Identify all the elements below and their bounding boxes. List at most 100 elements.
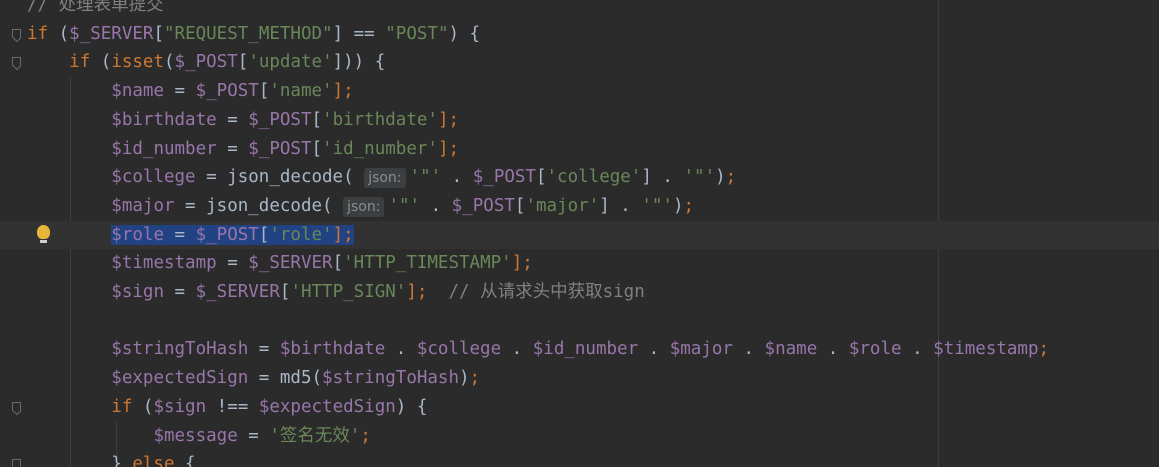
string-token: '签名无效' <box>269 425 361 446</box>
code-editor[interactable]: // 处理表单提交 if ($_SERVER["REQUEST_METHOD"] … <box>0 0 1159 467</box>
code-line[interactable]: $role = $_POST['role']; <box>0 220 1159 250</box>
punctuation-token: !== <box>206 396 259 417</box>
comment-token: // 处理表单提交 <box>27 0 164 15</box>
code-text: $stringToHash = $birthdate . $college . … <box>27 335 1049 364</box>
code-text: $role = $_POST['role']; <box>27 221 354 250</box>
variable-token: $message <box>153 425 238 446</box>
code-line[interactable]: if ($_SERVER["REQUEST_METHOD"] == "POST"… <box>0 20 1159 49</box>
variable-token: $birthdate <box>111 109 217 130</box>
punctuation-token <box>27 167 111 187</box>
punctuation-token: ] == <box>332 23 386 44</box>
keyword-token: ]; <box>437 138 460 159</box>
punctuation-token: . <box>638 339 670 360</box>
punctuation-token: [ <box>535 167 547 188</box>
code-line[interactable]: $college = json_decode( json: '"' . $_POS… <box>0 163 1159 192</box>
string-token: "POST" <box>385 23 449 44</box>
punctuation-token: . <box>901 339 934 360</box>
variable-token: $sign <box>111 282 164 302</box>
code-text: if ($sign !== $expectedSign) { <box>27 393 427 422</box>
code-line[interactable]: $name = $_POST['name']; <box>0 77 1159 106</box>
punctuation-token <box>27 139 111 159</box>
code-text: $id_number = $_POST['id_number']; <box>27 135 459 164</box>
code-text: $major = json_decode( json: '"' . $_POST[… <box>27 192 694 221</box>
punctuation-token <box>427 282 448 302</box>
punctuation-token: [ <box>311 138 323 159</box>
punctuation-token: ) { <box>395 396 428 417</box>
comment-token: // 从请求头中获取sign <box>448 282 645 302</box>
code-line[interactable]: $stringToHash = $birthdate . $college . … <box>0 335 1159 364</box>
punctuation-token: [ <box>258 224 270 245</box>
punctuation-token: = <box>248 339 280 360</box>
variable-token: $_SERVER <box>69 23 154 44</box>
punctuation-token: = <box>216 138 249 159</box>
fold-marker-icon[interactable] <box>12 401 21 411</box>
string-token: '"' <box>683 167 716 188</box>
punctuation-token <box>27 253 111 273</box>
fold-marker-icon[interactable] <box>12 28 21 38</box>
code-line[interactable]: } else { <box>0 450 1159 467</box>
punctuation-token <box>27 339 111 359</box>
punctuation-token: [ <box>514 195 526 216</box>
parameter-hint: json: <box>343 196 385 217</box>
code-text: $name = $_POST['name']; <box>27 77 354 106</box>
string-token: 'name' <box>269 81 333 102</box>
code-text: $college = json_decode( json: '"' . $_POS… <box>27 163 736 192</box>
code-line[interactable]: if (isset($_POST['update'])) { <box>0 48 1159 77</box>
code-text: $sign = $_SERVER['HTTP_SIGN']; // 从请求头中获… <box>27 278 645 307</box>
punctuation-token: ( <box>90 52 112 73</box>
keyword-token: if <box>27 23 49 44</box>
punctuation-token: ( <box>164 52 175 73</box>
code-text: if (isset($_POST['update'])) { <box>27 48 385 77</box>
punctuation-token <box>27 81 111 101</box>
punctuation-token: [ <box>279 282 291 302</box>
code-line[interactable]: $id_number = $_POST['id_number']; <box>0 135 1159 164</box>
code-line[interactable]: $major = json_decode( json: '"' . $_POST[… <box>0 192 1159 221</box>
code-line[interactable]: $birthdate = $_POST['birthdate']; <box>0 106 1159 135</box>
punctuation-token: ( <box>311 368 323 389</box>
string-token: '"' <box>409 167 442 188</box>
punctuation-token <box>27 397 111 417</box>
keyword-token: isset <box>111 52 164 73</box>
string-token: 'role' <box>269 224 333 245</box>
code-text: // 处理表单提交 <box>27 0 164 20</box>
code-line[interactable]: if ($sign !== $expectedSign) { <box>0 393 1159 422</box>
code-line[interactable]: $timestamp = $_SERVER['HTTP_TIMESTAMP']; <box>0 249 1159 278</box>
punctuation-token: [ <box>237 52 249 73</box>
variable-token: $major <box>111 195 175 216</box>
string-token: '"' <box>641 195 673 216</box>
keyword-token: ; <box>1038 339 1050 360</box>
punctuation-token: = <box>216 253 249 274</box>
variable-token: $_POST <box>195 224 259 245</box>
fold-marker-icon[interactable] <box>12 57 21 67</box>
variable-token: $id_number <box>532 339 639 360</box>
code-line[interactable]: $sign = $_SERVER['HTTP_SIGN']; // 从请求头中获… <box>0 278 1159 307</box>
string-token: 'major' <box>525 195 600 216</box>
punctuation-token <box>27 282 111 302</box>
punctuation-token: [ <box>258 81 270 102</box>
punctuation-token: ] . <box>599 195 642 216</box>
punctuation-token: = <box>237 425 270 446</box>
variable-token: $_POST <box>174 52 238 73</box>
punctuation-token: ) <box>672 195 684 216</box>
keyword-token: ]; <box>511 253 533 274</box>
punctuation-token: ( <box>343 167 365 188</box>
keyword-token: ]; <box>332 81 354 102</box>
string-token: 'HTTP_TIMESTAMP' <box>343 253 512 274</box>
code-line[interactable]: $message = '签名无效'; <box>0 422 1159 451</box>
variable-token: $name <box>111 81 164 102</box>
code-line[interactable]: // 处理表单提交 <box>0 0 1159 20</box>
code-text: $birthdate = $_POST['birthdate']; <box>27 106 459 135</box>
keyword-token: else <box>132 454 175 467</box>
keyword-token: if <box>111 396 133 417</box>
punctuation-token: = <box>195 167 228 188</box>
punctuation-token <box>27 225 111 245</box>
code-line[interactable] <box>0 307 1159 336</box>
fold-marker-icon[interactable] <box>12 459 21 467</box>
variable-token: $sign <box>153 396 207 417</box>
variable-token: $id_number <box>111 138 217 159</box>
code-line[interactable]: $expectedSign = md5($stringToHash); <box>0 364 1159 393</box>
punctuation-token <box>27 52 69 72</box>
punctuation-token <box>27 196 111 216</box>
keyword-token: ; <box>360 425 371 446</box>
variable-token: $major <box>669 339 733 360</box>
